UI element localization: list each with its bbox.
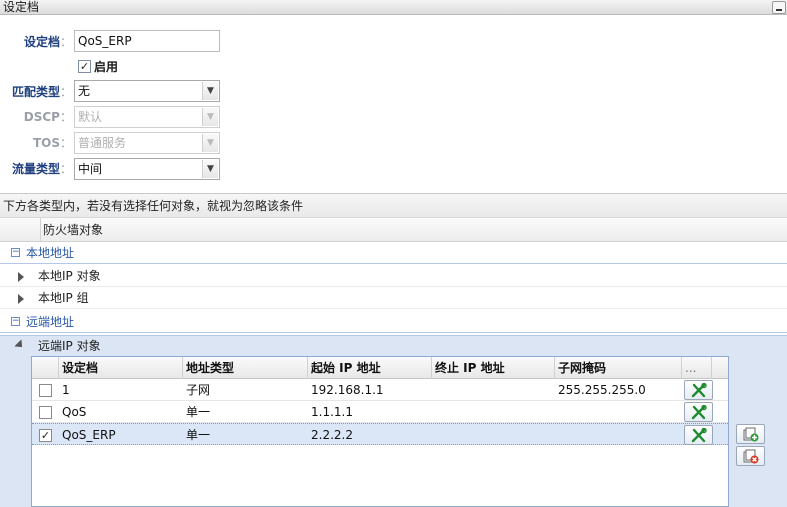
enable-label: 启用 [94, 60, 119, 74]
tos-label: TOS： [32, 136, 72, 150]
collapse-icon[interactable]: − [11, 317, 20, 326]
column-profile[interactable]: 设定档 [59, 357, 183, 379]
tools-icon [691, 428, 707, 443]
column-end-ip[interactable]: 终止 IP 地址 [432, 357, 555, 379]
add-object-button[interactable] [736, 424, 765, 444]
cell-profile: QoS_ERP [62, 428, 116, 442]
column-more[interactable]: ... [682, 357, 712, 379]
profile-label: 设定档： [23, 35, 72, 49]
match-type-select[interactable]: 无 ▼ [74, 80, 220, 102]
row-checkbox[interactable] [39, 406, 52, 419]
tree-item-label: 本地IP 对象 [38, 269, 101, 283]
dscp-label: DSCP： [23, 110, 72, 124]
cell-start-ip: 192.168.1.1 [311, 383, 384, 397]
cell-subnet-mask [555, 401, 558, 423]
group-title: 本地地址 [26, 246, 75, 260]
cell-address-type: 单一 [186, 428, 211, 442]
edit-tools-button[interactable] [684, 425, 713, 445]
dscp-value: 默认 [78, 110, 103, 124]
edit-tools-button[interactable] [684, 402, 713, 422]
tree-item-local-ip-group[interactable]: 本地IP 组 [0, 288, 787, 309]
collapse-icon[interactable]: − [11, 248, 20, 257]
chevron-down-icon: ▼ [202, 160, 218, 178]
tools-icon [691, 405, 707, 420]
traffic-type-value: 中间 [78, 162, 103, 176]
edit-tools-button[interactable] [684, 380, 713, 400]
cell-address-type: 单一 [186, 405, 211, 419]
add-object-icon [743, 427, 759, 442]
profile-name-input[interactable]: QoS_ERP [74, 30, 220, 52]
chevron-down-icon: ▼ [202, 82, 218, 100]
minimize-button[interactable] [772, 1, 786, 14]
cell-end-ip [432, 401, 435, 423]
dscp-select: 默认 ▼ [74, 106, 220, 128]
tos-value: 普通服务 [78, 136, 127, 150]
table-row-selected[interactable]: ✓ QoS_ERP 单一 2.2.2.2 [32, 423, 728, 445]
chevron-down-icon: ▼ [202, 108, 218, 126]
cell-address-type: 子网 [186, 383, 211, 397]
firewall-object-header: 防火墙对象 [0, 218, 787, 242]
cell-subnet-mask [555, 424, 558, 446]
row-checkbox[interactable]: ✓ [39, 429, 52, 442]
tos-select: 普通服务 ▼ [74, 132, 220, 154]
group-title: 远端地址 [26, 315, 75, 329]
expand-arrow-icon[interactable] [18, 272, 24, 282]
remote-ip-object-grid: 设定档 地址类型 起始 IP 地址 终止 IP 地址 子网掩码 ... 1 子网… [31, 356, 729, 507]
tree-item-local-ip-object[interactable]: 本地IP 对象 [0, 266, 787, 287]
tree-item-remote-ip-object: 远端IP 对象 [38, 339, 101, 353]
tree-item-label: 本地IP 组 [38, 291, 89, 305]
chevron-down-icon: ▼ [202, 134, 218, 152]
cell-profile: 1 [62, 383, 70, 397]
column-address-type[interactable]: 地址类型 [183, 357, 308, 379]
group-remote-address[interactable]: − 远端地址 [0, 311, 787, 333]
window-title: 设定档 [3, 0, 40, 14]
cell-end-ip [432, 379, 435, 401]
row-checkbox[interactable] [39, 384, 52, 397]
cell-start-ip: 1.1.1.1 [311, 405, 353, 419]
match-type-label: 匹配类型： [11, 85, 72, 99]
minimize-icon [776, 9, 782, 11]
cell-profile: QoS [62, 405, 87, 419]
ignore-condition-hint: 下方各类型内，若没有选择任何对象，就视为忽略该条件 [0, 193, 787, 218]
window-titlebar: 设定档 [0, 0, 787, 15]
delete-object-button[interactable] [736, 446, 765, 466]
grid-header-check [32, 357, 59, 379]
firewall-object-column: 防火墙对象 [40, 218, 103, 242]
table-row[interactable]: 1 子网 192.168.1.1 255.255.255.0 [32, 379, 728, 401]
traffic-type-select[interactable]: 中间 ▼ [74, 158, 220, 180]
collapse-arrow-icon[interactable] [14, 339, 26, 351]
tools-icon [691, 383, 707, 398]
match-type-value: 无 [78, 84, 91, 98]
column-start-ip[interactable]: 起始 IP 地址 [308, 357, 432, 379]
table-row[interactable]: QoS 单一 1.1.1.1 [32, 401, 728, 423]
cell-end-ip [432, 424, 435, 446]
expand-arrow-icon[interactable] [18, 294, 24, 304]
group-local-address[interactable]: − 本地地址 [0, 242, 787, 264]
enable-checkbox[interactable]: ✓ [78, 60, 91, 73]
cell-subnet-mask: 255.255.255.0 [558, 383, 646, 397]
grid-header: 设定档 地址类型 起始 IP 地址 终止 IP 地址 子网掩码 ... [32, 357, 728, 379]
cell-start-ip: 2.2.2.2 [311, 428, 353, 442]
delete-object-icon [743, 449, 759, 464]
traffic-type-label: 流量类型： [11, 162, 72, 176]
column-subnet-mask[interactable]: 子网掩码 [555, 357, 682, 379]
